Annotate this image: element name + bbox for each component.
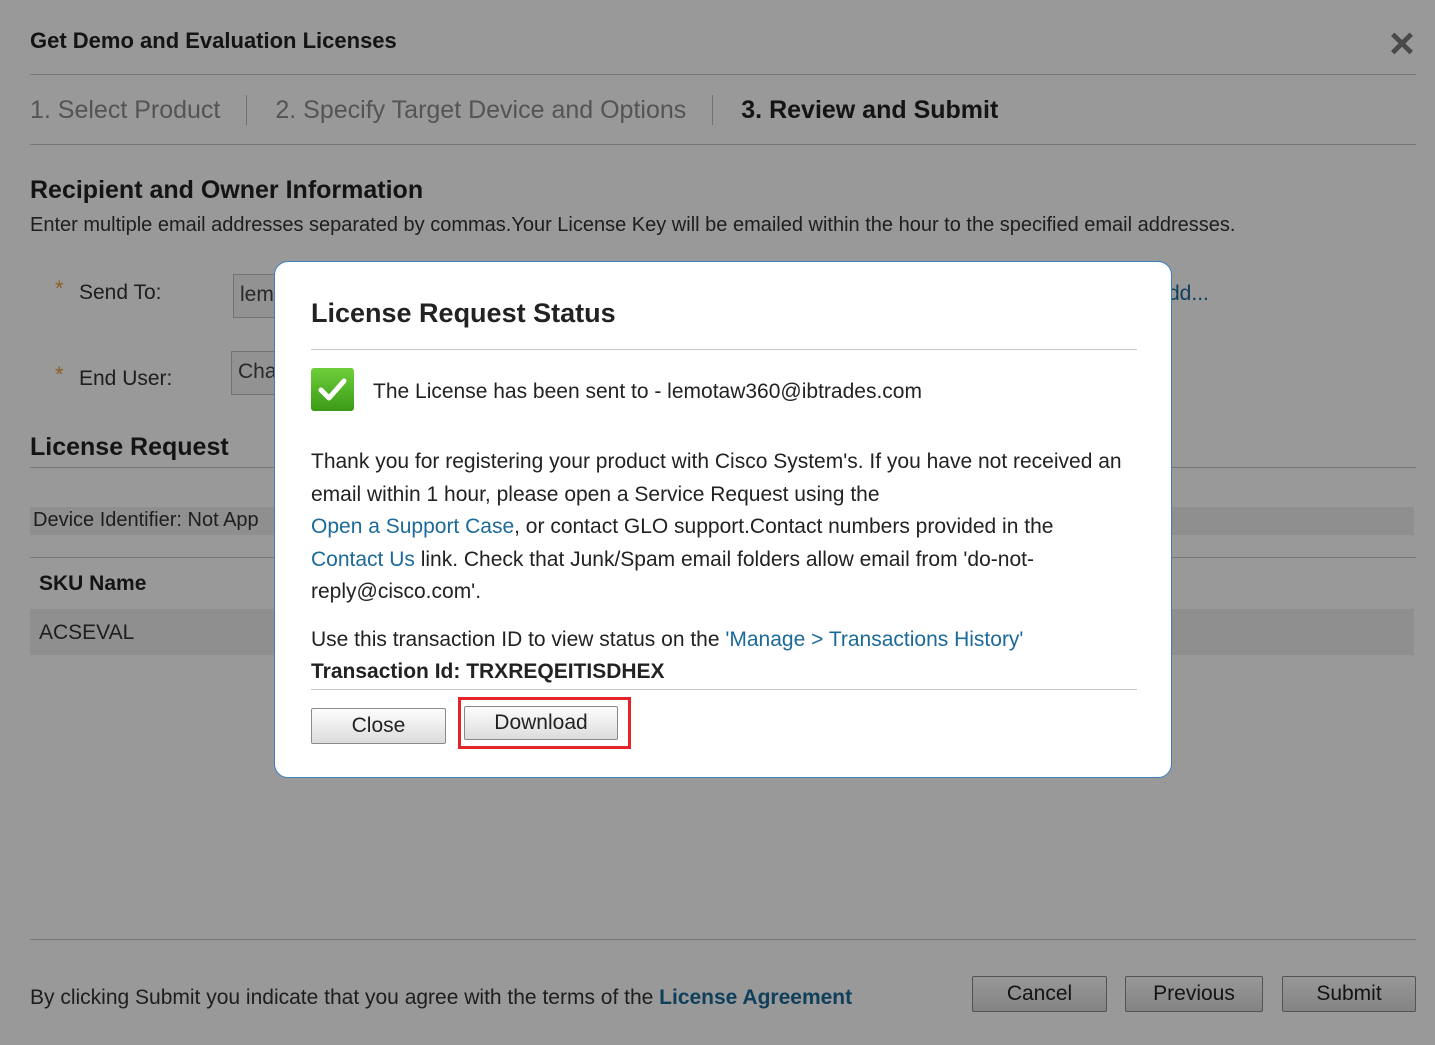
- instructions-part-3: link. Check that Junk/Spam email folders…: [311, 547, 1034, 604]
- open-support-case-link[interactable]: Open a Support Case: [311, 515, 514, 538]
- instructions-part-1: Thank you for registering your product w…: [311, 450, 1122, 506]
- download-button[interactable]: Download: [464, 706, 618, 740]
- instructions-text: Thank you for registering your product w…: [311, 446, 1131, 609]
- dialog-close-button[interactable]: Close: [311, 708, 446, 744]
- transaction-id: Transaction Id: TRXREQEITISDHEX: [311, 660, 665, 683]
- license-status-dialog: License Request Status The License has b…: [274, 261, 1172, 778]
- transactions-history-link[interactable]: 'Manage > Transactions History': [725, 628, 1023, 651]
- sent-message: The License has been sent to - lemotaw36…: [373, 380, 922, 403]
- dialog-title: License Request Status: [311, 298, 616, 328]
- transaction-note: Use this transaction ID to view status o…: [311, 628, 1023, 652]
- transaction-note-text: Use this transaction ID to view status o…: [311, 628, 726, 651]
- checkmark-icon: [311, 368, 354, 411]
- dialog-footer-divider: [311, 689, 1137, 690]
- contact-us-link[interactable]: Contact Us: [311, 548, 415, 571]
- dialog-divider: [311, 349, 1137, 350]
- instructions-part-2: , or contact GLO support.Contact numbers…: [514, 515, 1054, 538]
